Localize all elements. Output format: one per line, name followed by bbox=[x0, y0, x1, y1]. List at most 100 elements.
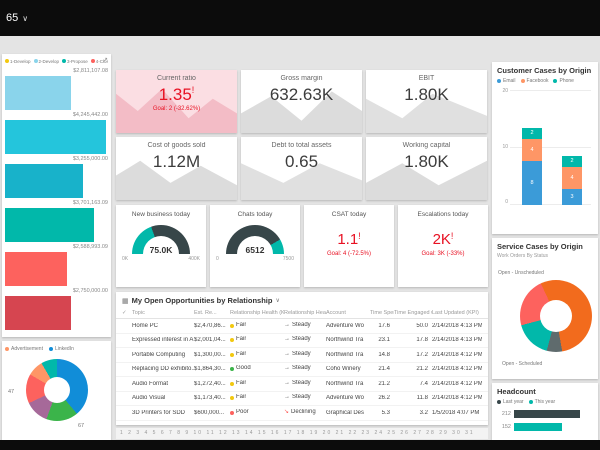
kpi-value: 1.1! bbox=[337, 231, 361, 248]
health-dot-icon bbox=[230, 338, 234, 343]
table-title-row[interactable]: ▦ My Open Opportunities by Relationship … bbox=[116, 292, 488, 307]
kpi-card-ebit[interactable]: EBIT 1.80K bbox=[366, 70, 487, 133]
kpi-title: CSAT today bbox=[331, 211, 367, 218]
legend-item[interactable]: LinkedIn bbox=[48, 346, 74, 352]
cell-time-engaged: 21.2 bbox=[416, 366, 428, 373]
column-header[interactable]: Account bbox=[326, 310, 370, 316]
kpi-title: Current ratio bbox=[157, 75, 196, 82]
table-row[interactable]: 3D Printers for SDD $600,000... Poor ↘ De… bbox=[116, 406, 488, 421]
column-header[interactable]: Topic bbox=[132, 310, 194, 316]
page-number-strip[interactable]: 1 2 3 4 5 6 7 8 9 10 11 12 13 14 15 16 1… bbox=[116, 428, 488, 439]
funnel-bar[interactable] bbox=[5, 76, 71, 110]
focus-mode-icon[interactable]: ↗ bbox=[102, 56, 108, 64]
table-row[interactable]: Replacing DD exhibito... $1,864,30... Go… bbox=[116, 363, 488, 377]
cell-trend: → Steady bbox=[284, 365, 311, 372]
legend-item[interactable]: 3-Propose bbox=[62, 59, 88, 64]
cell-trend: → Steady bbox=[284, 350, 311, 357]
cell-topic: Expressed interest in A... bbox=[132, 337, 194, 344]
kpi-card-current-ratio[interactable]: Current ratio 1.35! Goal: 2 (-32.62%) bbox=[116, 70, 237, 133]
bar-segment-email[interactable]: 8 bbox=[522, 161, 542, 205]
table-row[interactable]: Expressed interest in A... $2,001,04... … bbox=[116, 334, 488, 348]
cell-time-spent: 21.4 bbox=[378, 366, 390, 373]
funnel-bar[interactable] bbox=[5, 252, 67, 286]
chevron-down-icon[interactable]: ∨ bbox=[275, 297, 279, 304]
legend-dot-icon bbox=[497, 79, 501, 83]
table-row[interactable]: Audio Visual $1,173,40... Fair → Steady A… bbox=[116, 392, 488, 406]
bar-last-year[interactable] bbox=[514, 410, 580, 418]
table-row[interactable]: Home PC $2,470,86... Fair → Steady Advent… bbox=[116, 319, 488, 334]
legend-item[interactable]: This year bbox=[528, 399, 555, 405]
kpi-card-escalations[interactable]: Escalations today 2K! Goal: 3K (-33%) bbox=[398, 205, 488, 287]
bar-segment-email[interactable]: 3 bbox=[562, 189, 582, 205]
bar-segment-facebook[interactable]: 4 bbox=[562, 167, 582, 189]
cell-topic: 3D Printers for SDD bbox=[132, 409, 186, 416]
sales-funnel-card[interactable]: 1-Develop 2-Develop 3-Propose 4-Close ↗ … bbox=[2, 54, 111, 337]
cell-health: Fair bbox=[230, 380, 284, 388]
opportunities-table-card: ▦ My Open Opportunities by Relationship … bbox=[116, 292, 488, 425]
gauge-arc: 75.0K bbox=[132, 225, 190, 255]
kpi-card-debt-to-assets[interactable]: Debt to total assets 0.65 bbox=[241, 137, 362, 200]
trend-arrow-icon: ↘ bbox=[284, 409, 290, 416]
alert-icon: ! bbox=[358, 231, 361, 241]
cell-health: Poor bbox=[230, 409, 284, 417]
select-column-icon[interactable]: ✓ bbox=[122, 310, 132, 316]
column-header[interactable]: Time Engaged with C... bbox=[394, 310, 432, 316]
alert-icon: ! bbox=[450, 231, 454, 241]
gauge-card-new-business[interactable]: New business today 75.0K 0K 400K bbox=[116, 205, 206, 287]
legend-item[interactable]: Phone bbox=[553, 78, 574, 84]
environment-dropdown[interactable]: 65 ∨ bbox=[6, 12, 28, 24]
legend-item[interactable]: Facebook bbox=[520, 78, 548, 84]
legend-dot-icon bbox=[5, 346, 9, 351]
legend-item[interactable]: Email bbox=[497, 78, 516, 84]
funnel-bar[interactable] bbox=[5, 208, 94, 242]
gauge-card-chats[interactable]: Chats today 6512 0 7500 bbox=[210, 205, 300, 287]
lead-source-donut[interactable] bbox=[26, 359, 88, 421]
cell-account: Northwind Tra bbox=[326, 351, 364, 358]
donut-data-label: 47 bbox=[8, 389, 15, 395]
funnel-bar[interactable] bbox=[5, 120, 106, 154]
kpi-card-working-capital[interactable]: Working capital 1.80K bbox=[366, 137, 487, 200]
funnel-bar[interactable] bbox=[5, 164, 84, 198]
cell-trend: → Steady bbox=[284, 379, 311, 386]
kpi-card-gross-margin[interactable]: Gross margin 632.63K bbox=[241, 70, 362, 133]
kpi-card-cogs[interactable]: Cost of goods sold 1.12M bbox=[116, 137, 237, 200]
bar-segment-phone[interactable]: 2 bbox=[522, 128, 542, 139]
column-header[interactable]: Relationship Health (KPI) bbox=[230, 310, 284, 316]
lead-source-card[interactable]: Advertisement LinkedIn 47 67 bbox=[2, 341, 111, 440]
bar-segment-phone[interactable]: 2 bbox=[562, 156, 582, 167]
column-header[interactable]: Relationship Healt... bbox=[284, 310, 326, 316]
table-row[interactable]: Audio Format $1,272,40... Fair → Steady N… bbox=[116, 377, 488, 392]
service-cases-card[interactable]: Service Cases by Origin Work Orders By S… bbox=[492, 238, 598, 379]
table-row[interactable]: Portable Computing $1,300,00... Fair → St… bbox=[116, 348, 488, 363]
customer-cases-card[interactable]: Customer Cases by Origin Email Facebook … bbox=[492, 62, 598, 234]
legend-dot-icon bbox=[90, 59, 95, 63]
funnel-bar[interactable] bbox=[5, 296, 71, 330]
stacked-bar[interactable]: 2 4 8 bbox=[522, 128, 542, 205]
gauge-min: 0 bbox=[216, 256, 219, 262]
cell-health: Fair bbox=[230, 336, 284, 344]
bottom-taskbar bbox=[0, 440, 600, 450]
legend-item[interactable]: Advertisement bbox=[5, 346, 43, 352]
legend-item[interactable]: 2-Develop bbox=[33, 58, 60, 64]
chart-title: Service Cases by Origin bbox=[497, 242, 583, 251]
legend-item[interactable]: Last year bbox=[497, 399, 524, 405]
bar-segment-facebook[interactable]: 4 bbox=[522, 139, 542, 161]
stacked-bar[interactable]: 2 4 3 bbox=[562, 156, 582, 205]
gridline bbox=[510, 90, 591, 91]
headcount-card[interactable]: Headcount Last year This year 212 152 bbox=[492, 383, 598, 440]
bar-this-year[interactable] bbox=[514, 423, 562, 431]
kpi-value: 1.80K bbox=[404, 152, 449, 171]
column-header[interactable]: Est. Re... bbox=[194, 310, 230, 316]
legend-label: 2-Develop bbox=[38, 58, 60, 64]
column-header[interactable]: Last Updated (KPI) bbox=[432, 310, 482, 316]
service-cases-donut[interactable] bbox=[520, 280, 592, 352]
legend-item[interactable]: 1-Develop bbox=[5, 59, 31, 64]
cell-topic: Replacing DD exhibito... bbox=[132, 366, 194, 373]
gauge-title: New business today bbox=[131, 211, 191, 218]
kpi-card-csat[interactable]: CSAT today 1.1! Goal: 4 (-72.5%) bbox=[304, 205, 394, 287]
cell-last-updated: 2/14/2018 4:12 PM bbox=[432, 395, 482, 402]
health-dot-icon bbox=[230, 410, 234, 415]
column-header[interactable]: Time Spent (p... bbox=[370, 310, 394, 316]
cell-topic: Audio Format bbox=[132, 380, 169, 387]
kpi-value: 1.12M bbox=[152, 152, 201, 171]
